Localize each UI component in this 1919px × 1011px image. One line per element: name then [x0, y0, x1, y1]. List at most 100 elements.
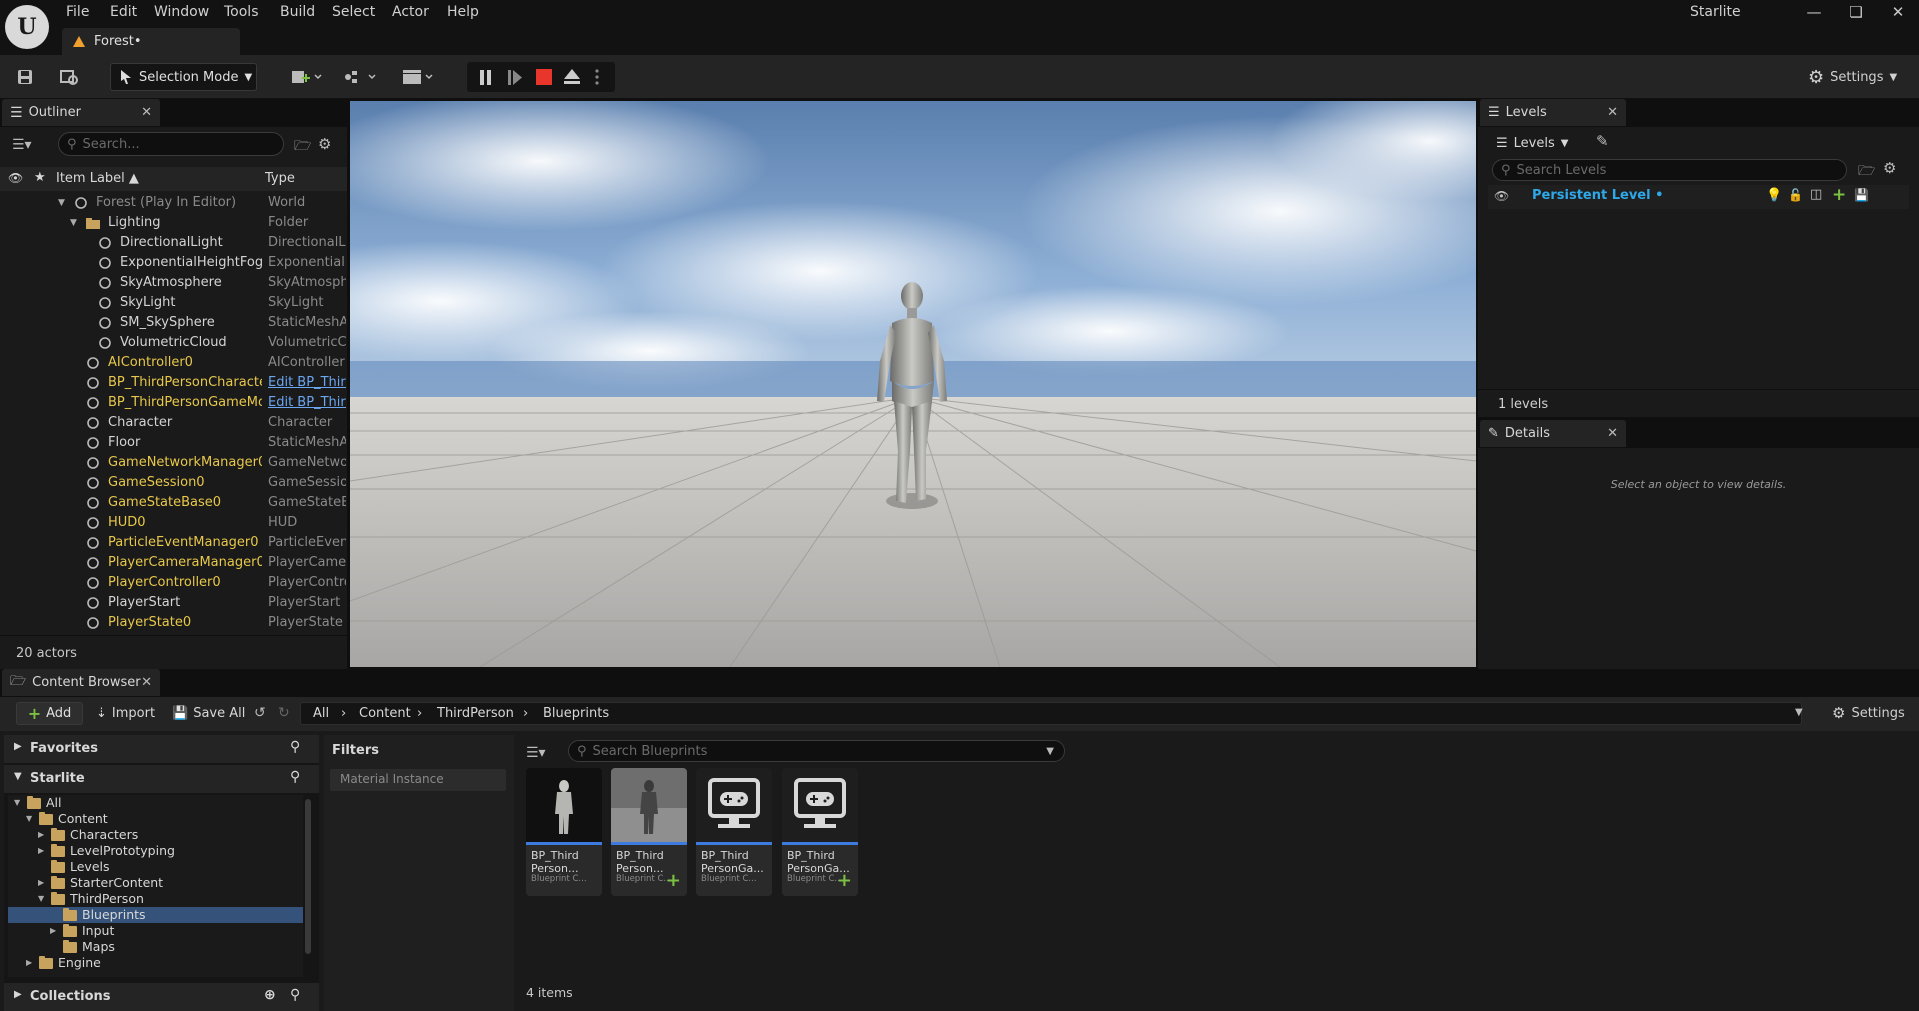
tab-content-browser[interactable]: 🗁 Content Browser ✕ — [2, 669, 160, 696]
level-tab[interactable]: Forest• — [62, 28, 240, 55]
folder-tree-item[interactable]: ▶ Engine — [8, 955, 303, 971]
folder-tree-item[interactable]: ▼ All — [8, 795, 303, 811]
outliner-row[interactable]: ▼ Lighting Folder — [0, 213, 347, 233]
add-actor-icon[interactable] — [286, 63, 326, 91]
outliner-row[interactable]: Character Character — [0, 413, 347, 433]
filter-icon[interactable]: ☰▾ — [526, 745, 546, 761]
cinematics-icon[interactable] — [397, 63, 437, 91]
close-icon[interactable]: ✕ — [1607, 426, 1618, 441]
breadcrumb-blueprints[interactable]: Blueprints — [543, 706, 609, 721]
favorites-section[interactable]: ▶ Favorites ⚲ — [4, 735, 319, 763]
outliner-row[interactable]: PlayerStart PlayerStart — [0, 593, 347, 613]
outliner-row[interactable]: PlayerCameraManager0 PlayerCamer — [0, 553, 347, 573]
asset-tile[interactable]: BP_Third PersonGa... Blueprint C... — [696, 768, 772, 896]
pause-icon[interactable] — [479, 70, 493, 85]
menu-actor[interactable]: Actor — [392, 2, 429, 22]
filter-icon[interactable]: ☰▾ — [12, 137, 32, 153]
import-button[interactable]: ⇣ Import — [96, 706, 155, 721]
add-button[interactable]: + Add — [16, 702, 83, 725]
menu-tools[interactable]: Tools — [224, 2, 259, 22]
add-level-icon[interactable]: + — [1832, 185, 1846, 205]
close-icon[interactable]: ✕ — [141, 105, 152, 120]
chevron-down-icon[interactable]: ▼ — [1795, 707, 1803, 718]
folder-tree-item[interactable]: Levels — [8, 859, 303, 875]
add-folder-icon[interactable]: 🗁 — [1858, 160, 1875, 184]
outliner-search-input[interactable]: ⚲ Search... — [58, 132, 284, 156]
chevron-right-icon[interactable]: ▶ — [50, 923, 60, 939]
folder-tree-item[interactable]: Blueprints — [8, 907, 303, 923]
breadcrumb-all[interactable]: All — [313, 706, 329, 721]
search-icon[interactable]: ⚲ — [290, 987, 300, 1003]
levels-dropdown[interactable]: ☰ Levels ▼ — [1496, 131, 1568, 155]
blueprint-icon[interactable]: ◫ — [1810, 187, 1822, 202]
content-browse-icon[interactable] — [56, 63, 82, 91]
selection-mode-dropdown[interactable]: Selection Mode ▼ — [110, 63, 257, 91]
edit-pencil-icon[interactable]: ✎ — [1596, 132, 1609, 150]
breadcrumb-thirdperson[interactable]: ThirdPerson — [437, 706, 514, 721]
folder-tree-item[interactable]: Maps — [8, 939, 303, 955]
search-icon[interactable]: ⚲ — [290, 769, 300, 785]
search-icon[interactable]: ⚲ — [290, 739, 300, 755]
outliner-row[interactable]: Floor StaticMeshAc — [0, 433, 347, 453]
close-icon[interactable]: ✕ — [141, 675, 152, 690]
forward-arrow-icon[interactable]: ↻ — [278, 705, 290, 721]
unreal-logo-icon[interactable]: U — [5, 5, 49, 49]
eject-icon[interactable] — [563, 69, 581, 85]
chevron-right-icon[interactable]: ▶ — [38, 875, 48, 891]
close-icon[interactable]: ✕ — [1607, 105, 1618, 120]
chevron-down-icon[interactable]: ▼ — [38, 891, 48, 907]
folder-tree-item[interactable]: ▶ Characters — [8, 827, 303, 843]
add-collection-icon[interactable]: ⊕ — [264, 987, 276, 1003]
chevron-right-icon[interactable]: ▶ — [38, 827, 48, 843]
back-arrow-icon[interactable]: ↺ — [254, 705, 266, 721]
edit-blueprint-link[interactable]: Edit BP_Thirc — [268, 373, 346, 393]
visibility-eye-icon[interactable]: 👁 — [8, 171, 23, 185]
collections-section[interactable]: ▶ Collections ⊕ ⚲ — [4, 983, 319, 1011]
chevron-down-icon[interactable]: ▼ — [14, 795, 24, 811]
outliner-row[interactable]: ▼ Forest (Play In Editor) World — [0, 193, 347, 213]
stop-icon[interactable] — [536, 69, 552, 85]
cb-settings-button[interactable]: ⚙ Settings — [1832, 704, 1905, 722]
col-type[interactable]: Type — [265, 171, 295, 186]
menu-edit[interactable]: Edit — [110, 2, 137, 22]
expand-arrow-icon[interactable]: ▼ — [70, 213, 77, 233]
persistent-level-row[interactable]: 👁 Persistent Level • 💡 🔓 ◫ + 💾 — [1488, 185, 1909, 209]
asset-tile[interactable]: BP_Third Person... Blueprint C... + — [611, 768, 687, 896]
tab-levels[interactable]: ☰ Levels ✕ — [1480, 99, 1626, 126]
outliner-row[interactable]: SM_SkySphere StaticMeshAc — [0, 313, 347, 333]
chevron-down-icon[interactable]: ▼ — [26, 811, 36, 827]
level-viewport[interactable] — [350, 101, 1476, 667]
chevron-right-icon[interactable]: ▶ — [26, 955, 36, 971]
outliner-row[interactable]: GameNetworkManager0 GameNetwor — [0, 453, 347, 473]
close-icon[interactable]: ✕ — [1880, 0, 1916, 24]
outliner-row[interactable]: ParticleEventManager0 ParticleEvent — [0, 533, 347, 553]
menu-window[interactable]: Window — [154, 2, 209, 22]
folder-tree-item[interactable]: ▶ StarterContent — [8, 875, 303, 891]
filter-chip-material-instance[interactable]: Material Instance — [330, 769, 506, 791]
visibility-eye-icon[interactable]: 👁 — [1494, 189, 1509, 203]
outliner-row[interactable]: PlayerState0 PlayerState — [0, 613, 347, 633]
frame-skip-icon[interactable] — [507, 70, 523, 85]
settings-button[interactable]: ⚙ Settings ▼ — [1808, 63, 1897, 91]
outliner-row[interactable]: VolumetricCloud VolumetricCl — [0, 333, 347, 353]
levels-search-input[interactable]: ⚲ Search Levels — [1492, 159, 1847, 181]
col-item-label[interactable]: Item Label ▲ — [56, 171, 139, 186]
outliner-row[interactable]: SkyLight SkyLight — [0, 293, 347, 313]
folder-tree-item[interactable]: ▼ Content — [8, 811, 303, 827]
menu-build[interactable]: Build — [280, 2, 315, 22]
outliner-row[interactable]: AIController0 AIController — [0, 353, 347, 373]
outliner-row[interactable]: GameSession0 GameSessior — [0, 473, 347, 493]
lightbulb-icon[interactable]: 💡 — [1766, 188, 1782, 203]
blueprint-icon[interactable] — [340, 63, 380, 91]
more-options-icon[interactable] — [595, 69, 599, 85]
outliner-row[interactable]: ExponentialHeightFog ExponentialH — [0, 253, 347, 273]
restore-icon[interactable]: ❏ — [1838, 0, 1874, 24]
expand-arrow-icon[interactable]: ▼ — [58, 193, 65, 213]
chevron-right-icon[interactable]: ▶ — [38, 843, 48, 859]
outliner-row[interactable]: BP_ThirdPersonCharacter(Edit BP_Thirc — [0, 373, 347, 393]
save-icon[interactable]: 💾 — [1854, 188, 1869, 202]
add-folder-icon[interactable]: 🗁 — [294, 135, 311, 159]
folder-tree-item[interactable]: ▼ ThirdPerson — [8, 891, 303, 907]
edit-blueprint-link[interactable]: Edit BP_Thirc — [268, 393, 346, 413]
asset-tile[interactable]: BP_Third Person... Blueprint C... — [526, 768, 602, 896]
